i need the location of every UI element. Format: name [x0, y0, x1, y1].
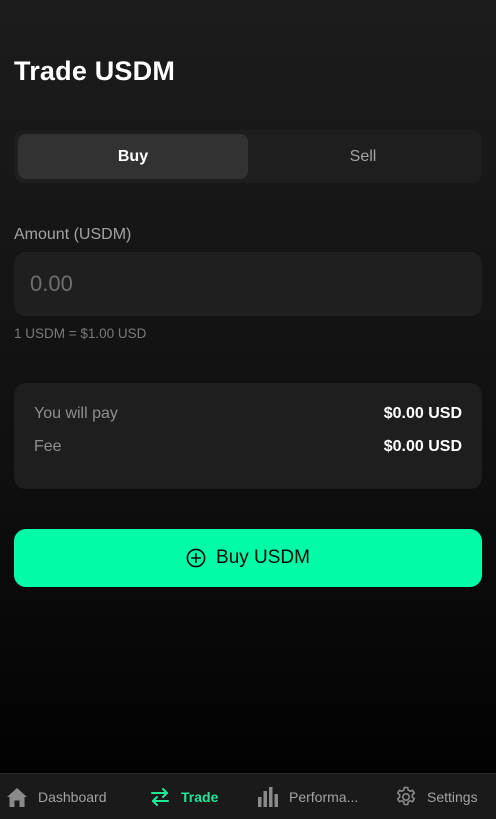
sell-tab[interactable]: Sell: [248, 134, 478, 179]
amount-label: Amount (USDM): [14, 226, 132, 243]
buy-tab[interactable]: Buy: [18, 134, 248, 179]
pay-value: $0.00 USD: [383, 405, 462, 422]
nav-item-dashboard[interactable]: Dashboard: [5, 774, 107, 819]
plus-circle-icon: [186, 548, 206, 568]
buy-usdm-button[interactable]: Buy USDM: [14, 529, 482, 587]
home-icon: [5, 785, 29, 809]
gear-icon: [394, 785, 418, 809]
fee-row: Fee $0.00 USD: [34, 437, 462, 457]
fee-label: Fee: [34, 438, 62, 455]
nav-label-dashboard: Dashboard: [38, 789, 107, 805]
nav-label-trade: Trade: [181, 789, 219, 805]
page-title: Trade USDM: [14, 56, 176, 86]
pay-label: You will pay: [34, 405, 118, 422]
pay-row: You will pay $0.00 USD: [34, 404, 462, 424]
swap-arrows-icon: [148, 785, 172, 809]
nav-item-performance[interactable]: Performa...: [256, 774, 358, 819]
nav-label-settings: Settings: [427, 789, 478, 805]
nav-item-settings[interactable]: Settings: [394, 774, 478, 819]
bottom-nav: Dashboard Trade Performa... Settings: [0, 773, 496, 819]
fee-value: $0.00 USD: [383, 438, 462, 455]
buy-usdm-label: Buy USDM: [216, 547, 310, 568]
amount-input[interactable]: [14, 252, 482, 316]
bar-chart-icon: [256, 785, 280, 809]
nav-label-performance: Performa...: [289, 789, 359, 805]
exchange-rate-text: 1 USDM = $1.00 USD: [14, 326, 147, 341]
nav-item-trade[interactable]: Trade: [148, 774, 218, 819]
order-summary-card: You will pay $0.00 USD Fee $0.00 USD: [14, 383, 482, 489]
buy-sell-toggle: Buy Sell: [14, 130, 482, 183]
